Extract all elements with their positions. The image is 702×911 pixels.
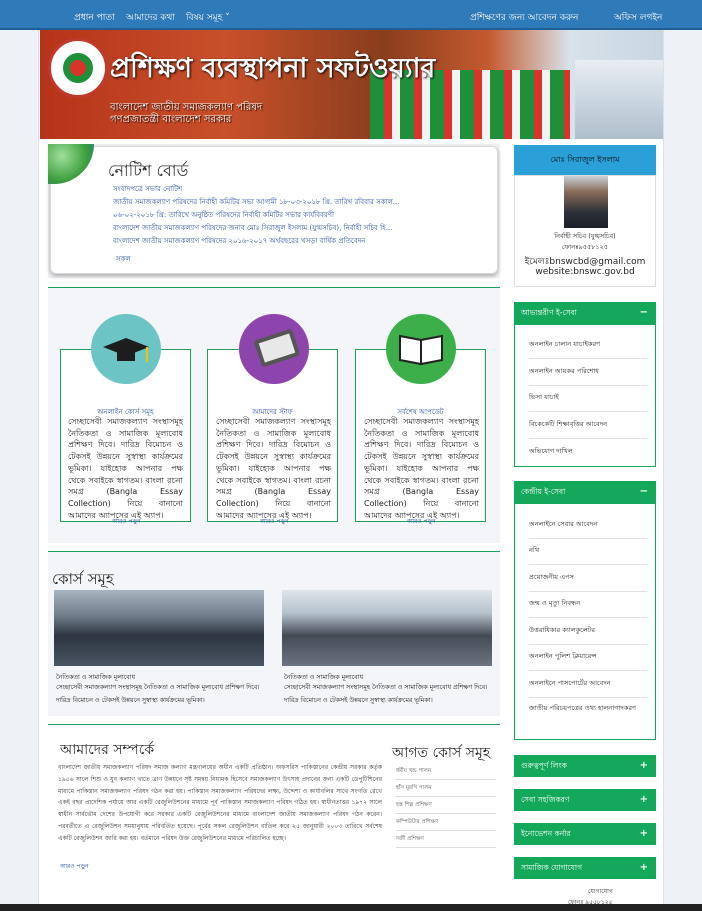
about-text: বাংলাদেশ জাতীয় সমাজকল্যাণ পরিষদ সমাজ কল…: [58, 764, 382, 842]
profile-website: website:bnswc.gov.bd: [535, 267, 635, 277]
nav-about[interactable]: আমাদের কথা: [126, 10, 175, 25]
central-item[interactable]: নথি: [529, 544, 647, 565]
about-title: আমাদের সম্পর্কে: [60, 742, 155, 758]
book-icon: [399, 334, 443, 366]
upcoming-item[interactable]: ধর্মীয় খন্ড পালন: [396, 768, 496, 780]
course-photo[interactable]: [54, 590, 264, 666]
notice-title: নোটিশ বোর্ড: [108, 161, 189, 180]
panel-title: সেবা সহজিকরণ: [521, 795, 570, 804]
nav-subjects[interactable]: বিষয় সমূহ ˅: [186, 10, 230, 25]
panel-title: গুরুত্বপূর্ণ লিংক: [521, 761, 567, 770]
avatar: [564, 176, 608, 228]
header-banner: প্রশিক্ষণ ব্যবস্থাপনা সফটওয়্যার বাংলাদে…: [40, 30, 663, 139]
footer-bar: [0, 904, 702, 911]
collapse-icon[interactable]: −: [640, 481, 648, 503]
social-media-header[interactable]: সামাজিক যোগাযোগ +: [514, 857, 656, 879]
central-title: কেন্দ্রীয় ই-সেবা: [521, 487, 566, 496]
notice-item[interactable]: বাংলাদেশ জাতীয় সমাজকল্যাণ পরিষদের জনাব …: [113, 222, 483, 234]
upcoming-item[interactable]: দর্জী প্রশিক্ষণ: [396, 836, 496, 848]
notice-all-link[interactable]: সকল: [116, 253, 131, 265]
profile-designation: নির্বাহী সচিব (যুগ্মসচিব): [554, 232, 616, 240]
panel-title: ইনোভেশন কর্নার: [521, 829, 571, 838]
central-item[interactable]: উত্তরাধিকার ক্যালকুলেটর: [529, 624, 647, 645]
government-logo: [48, 38, 108, 98]
upcoming-item[interactable]: হস্ত শিল্প প্রশিক্ষণ: [396, 802, 496, 814]
notice-item[interactable]: জাতীয় সমাজকল্যাণ পরিষদের নির্বাহী কমিটি…: [113, 196, 483, 208]
course-desc: দারিদ্র বিমোচন ও টেকসই উন্নয়নে সুস্বাস্…: [56, 697, 205, 704]
central-item[interactable]: অনলাইনে পাসপোর্টের আবেদন: [529, 677, 647, 698]
service-simplification-header[interactable]: সেবা সহজিকরণ +: [514, 789, 656, 811]
nav-login[interactable]: অফিস লগইন: [614, 10, 662, 25]
site-title: প্রশিক্ষণ ব্যবস্থাপনা সফটওয়্যার: [110, 53, 436, 84]
important-links-header[interactable]: গুরুত্বপূর্ণ লিংক +: [514, 755, 656, 777]
tablet-icon: [254, 329, 300, 367]
graduation-cap-icon: [103, 338, 149, 362]
notice-item[interactable]: বাংলাদেশ জাতীয় সমাজকল্যাণ পরিষদের ২০১৬-…: [113, 235, 483, 247]
banner-photo-lab: [575, 60, 663, 139]
upcoming-title: আগত কোর্স সমূহ: [392, 745, 491, 761]
course-desc: সেচ্ছাসেবী সমাজকল্যাণ সংস্থাসমূহ নৈতিকতা…: [56, 684, 260, 691]
upcoming-item[interactable]: কম্পিউটার প্রশিক্ষণ: [396, 819, 496, 831]
notice-item[interactable]: ০৬-০২-২০১৮ খ্রি: তারিখে অনুষ্ঠিত পরিষদের…: [113, 209, 483, 221]
panel-title: সামাজিক যোগাযোগ: [521, 863, 583, 872]
service-item[interactable]: অভিযোগ দাখিল: [529, 445, 647, 465]
course-desc: দারিদ্র বিমোচন ও টেকসই উন্নয়নে সুস্বাস্…: [284, 697, 433, 704]
expand-icon[interactable]: +: [640, 755, 648, 777]
upcoming-item[interactable]: হাঁস মুরগি পালন: [396, 785, 496, 797]
service-item[interactable]: ভিসা যাচাই: [529, 391, 647, 412]
about-more-link[interactable]: আরও পড়ুন: [60, 861, 89, 872]
gov-name: গণপ্রজাতন্ত্রী বাংলাদেশ সরকার: [110, 114, 232, 125]
course-photo[interactable]: [282, 590, 492, 666]
nav-home[interactable]: প্রধান পাতা: [74, 10, 115, 25]
service-item[interactable]: বিকেকেটি শিক্ষাবৃত্তির আবেদন: [529, 418, 647, 439]
profile-name: মোঃ সিরাজুল ইসলাম: [514, 145, 656, 175]
profile-phone: ফোনঃ৯৫৫৮১২৫: [561, 243, 609, 251]
nav-apply[interactable]: প্রশিক্ষণের জন্য আবেদন করুন: [470, 10, 578, 25]
card-more-link[interactable]: আরও পড়ুন: [112, 516, 141, 527]
notice-item[interactable]: সংবাদপত্রে সভার নোটিশ: [113, 183, 483, 195]
course-desc: সেচ্ছাসেবী সমাজকল্যাণ সংস্থাসমূহ নৈতিকতা…: [284, 684, 488, 691]
expand-icon[interactable]: +: [640, 857, 648, 879]
top-navbar: প্রধান পাতা আমাদের কথা বিষয় সমূহ ˅ প্রশ…: [0, 0, 702, 30]
services-title: আভ্যন্তরীণ ই-সেবা: [521, 308, 577, 317]
central-item[interactable]: প্রয়োজনীয় এপস: [529, 571, 647, 592]
service-item[interactable]: অনলাইন আয়কর পরিশোধ: [529, 365, 647, 386]
central-header[interactable]: কেন্দ্রীয় ই-সেবা −: [514, 481, 656, 503]
central-item[interactable]: জন্ম ও মৃত্যু নিবন্ধন: [529, 597, 647, 618]
services-header[interactable]: আভ্যন্তরীণ ই-সেবা −: [514, 302, 656, 324]
card-more-link[interactable]: আরও পড়ুন: [407, 516, 436, 527]
central-item[interactable]: জাতীয় পরিচয়পত্রের তথ্য হালনাগাদকরণ: [529, 703, 647, 722]
footer-contact: যোগাযোগ: [588, 888, 613, 895]
central-item[interactable]: অনলাইন পুলিশ ক্লিয়ারেন্স: [529, 650, 647, 671]
service-item[interactable]: অনলাইন চালান যাচাইকরণ: [529, 338, 647, 359]
innovation-corner-header[interactable]: ইনোভেশন কর্নার +: [514, 823, 656, 845]
card-body: সেচ্ছাসেবী সমাজকল্যাণ সংস্থাসমূহ নৈতিকতা…: [364, 417, 479, 520]
expand-icon[interactable]: +: [640, 789, 648, 811]
central-item[interactable]: অনলাইনে সেবার আবেদন: [529, 518, 647, 539]
card-more-link[interactable]: আরও পড়ুন: [260, 516, 289, 527]
expand-icon[interactable]: +: [640, 823, 648, 845]
collapse-icon[interactable]: −: [640, 302, 648, 324]
card-body: সেচ্ছাসেবী সমাজকল্যাণ সংস্থাসমূহ নৈতিকতা…: [216, 417, 331, 520]
card-body: সেচ্ছাসেবী সমাজকল্যাণ সংস্থাসমূহ নৈতিকতা…: [68, 417, 183, 520]
